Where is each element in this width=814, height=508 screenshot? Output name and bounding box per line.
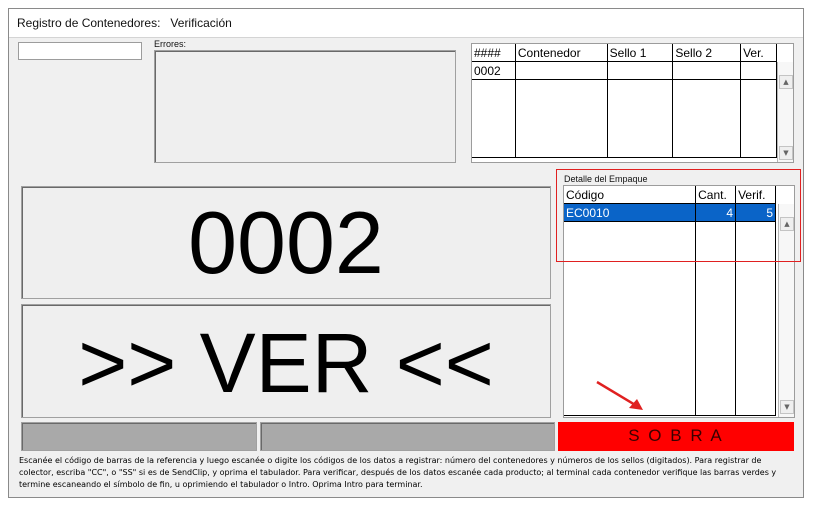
status-bar-left bbox=[21, 422, 257, 451]
arrow-icon bbox=[596, 380, 643, 410]
col-header-sello1: Sello 1 bbox=[606, 44, 674, 62]
cell-sello2[interactable] bbox=[672, 61, 742, 80]
containers-scrollbar[interactable]: ▲ ▼ bbox=[777, 62, 793, 162]
result-banner: S O B R A bbox=[558, 422, 794, 451]
window-title: Registro de Contenedores: Verificación bbox=[17, 16, 232, 30]
cell-contenedor[interactable] bbox=[514, 61, 608, 80]
result-text: S O B R A bbox=[628, 426, 724, 445]
col-header-ver: Ver. bbox=[740, 44, 777, 62]
status-bar-middle bbox=[260, 422, 555, 451]
scroll-up-icon[interactable]: ▲ bbox=[779, 75, 793, 89]
main-window: Registro de Contenedores: Verificación E… bbox=[8, 8, 804, 498]
errors-box bbox=[154, 50, 456, 163]
title-bar: Registro de Contenedores: Verificación bbox=[9, 9, 803, 38]
table-row[interactable]: 0002 bbox=[472, 61, 777, 80]
table-row bbox=[472, 79, 777, 158]
cell-num[interactable]: 0002 bbox=[472, 61, 516, 80]
scroll-down-icon[interactable]: ▼ bbox=[779, 146, 793, 160]
col-header-sello2: Sello 2 bbox=[672, 44, 742, 62]
container-number-display: 0002 bbox=[21, 186, 551, 299]
scroll-down-icon[interactable]: ▼ bbox=[780, 400, 794, 414]
scan-input[interactable] bbox=[18, 42, 142, 60]
help-text: Escanée el código de barras de la refere… bbox=[19, 456, 777, 489]
status-display: >> VER << bbox=[21, 304, 551, 418]
verify-status: >> VER << bbox=[78, 316, 494, 410]
cell-sello1[interactable] bbox=[606, 61, 674, 80]
errors-label: Errores: bbox=[154, 39, 187, 49]
col-header-contenedor: Contenedor bbox=[514, 44, 608, 62]
containers-table: #### Contenedor Sello 1 Sello 2 Ver. 000… bbox=[472, 44, 777, 158]
highlight-box bbox=[556, 169, 801, 262]
col-header-num: #### bbox=[472, 44, 516, 62]
container-number: 0002 bbox=[188, 193, 384, 292]
containers-table-panel: #### Contenedor Sello 1 Sello 2 Ver. 000… bbox=[471, 43, 794, 163]
cell-ver[interactable] bbox=[740, 61, 777, 80]
containers-header-row: #### Contenedor Sello 1 Sello 2 Ver. bbox=[472, 44, 777, 62]
